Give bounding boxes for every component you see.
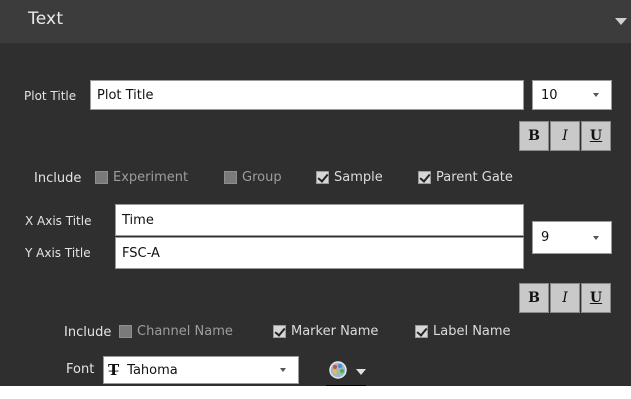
checkbox-unchecked-icon bbox=[224, 171, 237, 184]
checkbox-checked-icon bbox=[418, 171, 431, 184]
label-name-label: Label Name bbox=[433, 324, 511, 339]
channel-name-label: Channel Name bbox=[137, 324, 233, 339]
font-value: Tahoma bbox=[127, 362, 178, 378]
parent-gate-label: Parent Gate bbox=[436, 170, 513, 185]
panel-bottom-edge bbox=[0, 386, 631, 397]
checkbox-checked-icon bbox=[316, 171, 329, 184]
plot-title-size-value: 10 bbox=[541, 87, 558, 103]
plot-title-size-select[interactable]: 10 bbox=[532, 80, 612, 110]
experiment-label: Experiment bbox=[113, 170, 189, 185]
bold-button[interactable]: B bbox=[519, 121, 549, 151]
y-axis-title-label: Y Axis Title bbox=[25, 246, 91, 260]
checkbox-unchecked-icon bbox=[119, 325, 132, 338]
collapse-arrow-icon[interactable] bbox=[615, 18, 627, 25]
checkbox-unchecked-icon bbox=[95, 171, 108, 184]
axis-bold-button[interactable]: B bbox=[519, 283, 549, 313]
font-type-icon: T̶ bbox=[108, 361, 120, 379]
underline-button[interactable]: U bbox=[581, 121, 611, 151]
axis-underline-button[interactable]: U bbox=[581, 283, 611, 313]
marker-name-checkbox[interactable]: Marker Name bbox=[273, 324, 378, 339]
x-axis-title-label: X Axis Title bbox=[25, 214, 92, 228]
include-label-2: Include bbox=[64, 325, 112, 340]
font-label: Font bbox=[66, 362, 95, 377]
section-title: Text bbox=[28, 9, 64, 29]
y-axis-title-input[interactable]: FSC-A bbox=[115, 237, 524, 269]
chevron-down-icon bbox=[593, 235, 599, 240]
text-settings-panel: Text Plot Title Plot Title 10 B I U Incl… bbox=[0, 0, 631, 397]
x-axis-title-input[interactable]: Time bbox=[115, 204, 524, 236]
section-header[interactable]: Text bbox=[0, 0, 631, 43]
axis-title-size-select[interactable]: 9 bbox=[532, 221, 612, 254]
italic-button[interactable]: I bbox=[550, 121, 580, 151]
checkbox-checked-icon bbox=[273, 325, 286, 338]
plot-title-input[interactable]: Plot Title bbox=[90, 80, 524, 110]
axis-italic-button[interactable]: I bbox=[550, 283, 580, 313]
axis-title-size-value: 9 bbox=[541, 230, 550, 245]
chevron-down-icon bbox=[280, 368, 286, 372]
group-label: Group bbox=[242, 170, 282, 185]
checkbox-checked-icon bbox=[415, 325, 428, 338]
font-select[interactable]: T̶ Tahoma bbox=[103, 356, 299, 384]
sample-label: Sample bbox=[334, 170, 383, 185]
include-label: Include bbox=[34, 171, 82, 186]
group-checkbox[interactable]: Group bbox=[224, 170, 282, 185]
parent-gate-checkbox[interactable]: Parent Gate bbox=[418, 170, 513, 185]
sample-checkbox[interactable]: Sample bbox=[316, 170, 383, 185]
marker-name-label: Marker Name bbox=[291, 324, 379, 339]
experiment-checkbox[interactable]: Experiment bbox=[95, 170, 188, 185]
plot-title-label: Plot Title bbox=[24, 89, 77, 103]
channel-name-checkbox[interactable]: Channel Name bbox=[119, 324, 233, 339]
chevron-down-icon bbox=[593, 93, 599, 97]
label-name-checkbox[interactable]: Label Name bbox=[415, 324, 511, 339]
